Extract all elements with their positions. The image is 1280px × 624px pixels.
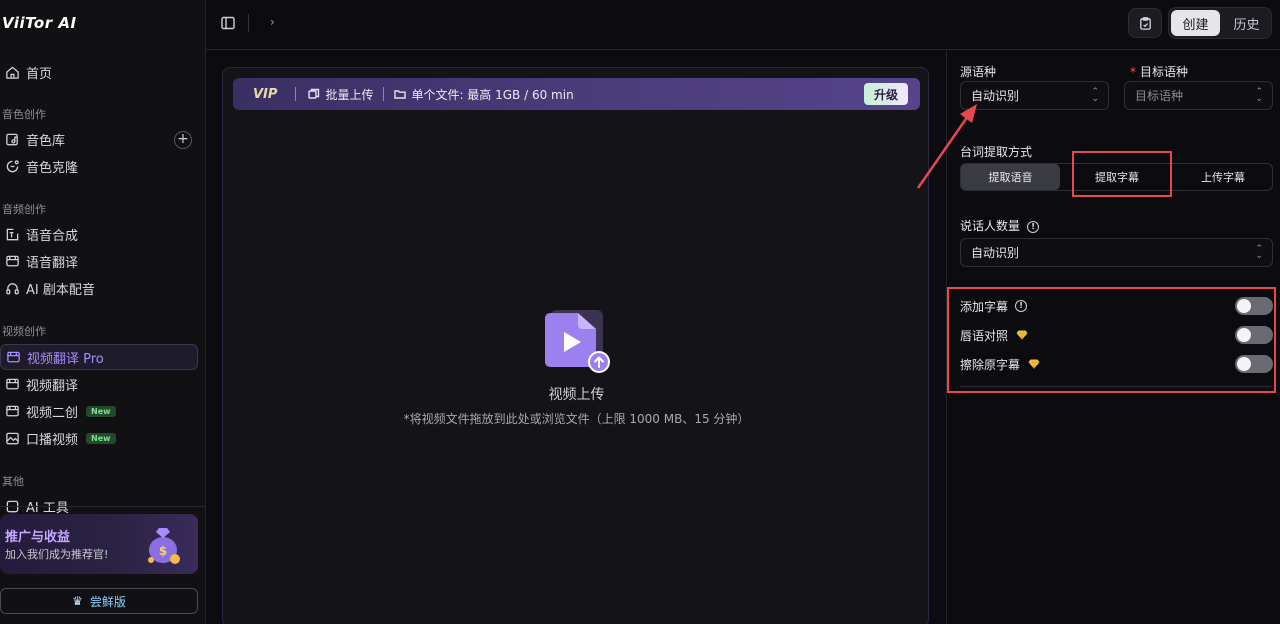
- voice-library-icon: [4, 131, 20, 147]
- vip-bar: VIP 批量上传 单个文件: 最高 1GB / 60 min 升级: [233, 78, 920, 110]
- vip-divider: [295, 87, 297, 101]
- sidebar-item-label: 语音合成: [26, 228, 79, 244]
- sidebar-item-label: AI 剧本配音: [26, 282, 95, 298]
- sidebar-item-video-translate[interactable]: 视频翻译: [0, 371, 198, 397]
- sidebar-item-voice-library[interactable]: 音色库: [0, 126, 198, 152]
- annotation-box-extract-subtitles: [1072, 151, 1172, 197]
- headset-icon: [4, 280, 20, 296]
- video-translate-icon: [4, 376, 20, 392]
- section-label: 视频创作: [2, 325, 46, 338]
- home-icon: [4, 64, 20, 80]
- voice-clone-icon: [4, 158, 20, 174]
- sidebar-toggle-icon[interactable]: [220, 15, 236, 31]
- upload-title: 视频上传: [548, 387, 605, 403]
- section-label: 音频创作: [2, 203, 46, 216]
- section-label: 音色创作: [2, 108, 46, 121]
- chevron-up-down-icon: ⌃ ⌄: [1255, 87, 1263, 104]
- batch-upload-icon: [308, 88, 320, 99]
- source-language-label: 源语种: [960, 65, 997, 79]
- speech-translate-icon: [4, 253, 20, 269]
- sidebar-item-label: 音色库: [26, 133, 66, 149]
- mode-tabs: 创建 历史: [1168, 7, 1272, 39]
- referral-promo-card[interactable]: 推广与收益 加入我们成为推荐官! $: [0, 514, 198, 574]
- video-upload-icon[interactable]: [543, 310, 613, 376]
- chevron-up-down-icon: ⌃ ⌄: [1255, 244, 1263, 261]
- speaker-count-select[interactable]: 自动识别 ⌃ ⌄: [960, 238, 1273, 267]
- clipboard-icon: [1139, 16, 1151, 30]
- video-remix-icon: [4, 403, 20, 419]
- crown-icon: ♛: [72, 594, 83, 608]
- option-upload-subtitles[interactable]: 上传字幕: [1173, 164, 1273, 190]
- target-language-select[interactable]: 目标语种 ⌃ ⌄: [1124, 81, 1273, 110]
- speaker-count-value: 自动识别: [971, 246, 1020, 260]
- promo-title: 推广与收益: [5, 530, 71, 545]
- tab-create[interactable]: 创建: [1171, 10, 1220, 36]
- sidebar-item-home[interactable]: 首页: [0, 59, 198, 85]
- section-label: 其他: [2, 475, 24, 488]
- promo-subtitle: 加入我们成为推荐官!: [5, 548, 109, 561]
- annotation-box-toggles: [947, 287, 1276, 393]
- sidebar-item-label: 视频翻译 Pro: [27, 351, 104, 367]
- tts-icon: [4, 226, 20, 242]
- chevron-right-icon: ›: [270, 15, 275, 29]
- sidebar-item-tts[interactable]: 语音合成: [0, 221, 198, 247]
- trial-plan-button[interactable]: ♛ 尝鲜版: [0, 588, 198, 614]
- annotation-arrow: [916, 104, 977, 189]
- new-badge: New: [86, 405, 116, 417]
- info-icon[interactable]: !: [1027, 221, 1040, 233]
- svg-text:$: $: [159, 544, 167, 558]
- file-limit-label: 单个文件: 最高 1GB / 60 min: [411, 87, 574, 102]
- tab-history[interactable]: 历史: [1222, 10, 1271, 36]
- target-language-placeholder: 目标语种: [1135, 89, 1184, 103]
- sidebar-item-speech-translate[interactable]: 语音翻译: [0, 248, 198, 274]
- add-voice-button[interactable]: +: [174, 131, 192, 149]
- sidebar-item-ai-script-dub[interactable]: AI 剧本配音: [0, 275, 198, 301]
- required-mark: *: [1130, 65, 1136, 79]
- file-limit-info: 单个文件: 最高 1GB / 60 min: [394, 86, 574, 103]
- upgrade-button[interactable]: 升级: [864, 83, 908, 105]
- sidebar-item-video-translate-pro[interactable]: 视频翻译 Pro: [0, 344, 198, 370]
- topbar: › 创建 历史: [206, 0, 1280, 50]
- clipboard-button[interactable]: [1128, 8, 1162, 38]
- speaker-count-label: 说话人数量!: [960, 217, 1040, 234]
- sidebar-item-label: 口播视频: [26, 432, 79, 448]
- vip-divider: [383, 87, 385, 101]
- sidebar-item-label: 视频二创: [26, 405, 79, 421]
- sidebar-item-label: 音色克隆: [26, 160, 79, 176]
- app-logo[interactable]: ViiTor AI: [2, 14, 77, 32]
- chevron-up-down-icon: ⌃ ⌄: [1091, 87, 1099, 104]
- folder-icon: [394, 90, 407, 99]
- sidebar: ViiTor AI 首页 音色创作 音色库 + 音色克隆 音频创作 语音合成 语…: [0, 0, 206, 624]
- target-language-label: * 目标语种: [1130, 63, 1188, 80]
- sidebar-item-video-remix[interactable]: 视频二创 New: [0, 398, 198, 424]
- video-translate-icon: [5, 349, 21, 365]
- sidebar-item-voice-clone[interactable]: 音色克隆: [0, 153, 198, 179]
- sidebar-item-talking-video[interactable]: 口播视频 New: [0, 425, 198, 451]
- vip-logo: VIP: [253, 86, 278, 102]
- sidebar-item-label: 首页: [26, 66, 53, 82]
- sidebar-divider: [0, 506, 205, 507]
- upload-hint: *将视频文件拖放到此处或浏览文件（上限 1000 MB、15 分钟）: [403, 412, 750, 426]
- new-badge: New: [86, 432, 116, 444]
- upload-area[interactable]: VIP 批量上传 单个文件: 最高 1GB / 60 min 升级 视频上传 *…: [222, 67, 929, 624]
- target-language-label-text: 目标语种: [1140, 65, 1189, 79]
- topbar-divider: [248, 14, 249, 32]
- speaker-count-label-text: 说话人数量: [960, 219, 1021, 233]
- trial-label: 尝鲜版: [89, 594, 126, 609]
- batch-upload-info: 批量上传: [308, 86, 373, 103]
- image-icon: [4, 430, 20, 446]
- sidebar-item-label: 语音翻译: [26, 255, 79, 271]
- batch-upload-label: 批量上传: [325, 87, 374, 102]
- money-bag-icon: $: [148, 528, 180, 564]
- sidebar-item-label: 视频翻译: [26, 378, 79, 394]
